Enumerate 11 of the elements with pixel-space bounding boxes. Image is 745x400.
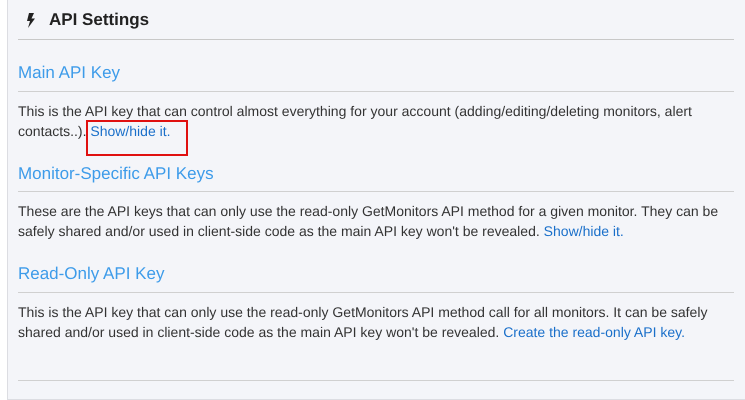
- text-link[interactable]: Create the read-only API key.: [503, 324, 686, 340]
- lightning-bolt-icon: [26, 12, 35, 28]
- text-link[interactable]: Show/hide it.: [90, 122, 171, 139]
- text-link[interactable]: Show/hide it.: [544, 223, 624, 240]
- section-description: These are the API keys that can only use the read-only GetMonitors API method for a given monitor. They can be safely shared and/or used in client-side code as the main API key won't be revealed. Show/hide it.: [18, 202, 720, 242]
- section-heading: Read-Only API Key: [18, 241, 734, 293]
- panel-title: API Settings: [49, 10, 150, 30]
- section-description: This is the API key that can control almost everything for your account (adding/editing/deleting monitors, alert contacts..). Show/hide it.: [18, 100, 734, 141]
- section-description: This is the API key that can only use the read-only GetMonitors API method call for all monitors. It can be safely shared and/or used in client-side code as the main API key won't be revealed. Create the read-only API key.: [18, 302, 708, 342]
- section-heading: Monitor-Specific API Keys: [18, 140, 734, 192]
- section-heading: Main API Key: [18, 40, 734, 92]
